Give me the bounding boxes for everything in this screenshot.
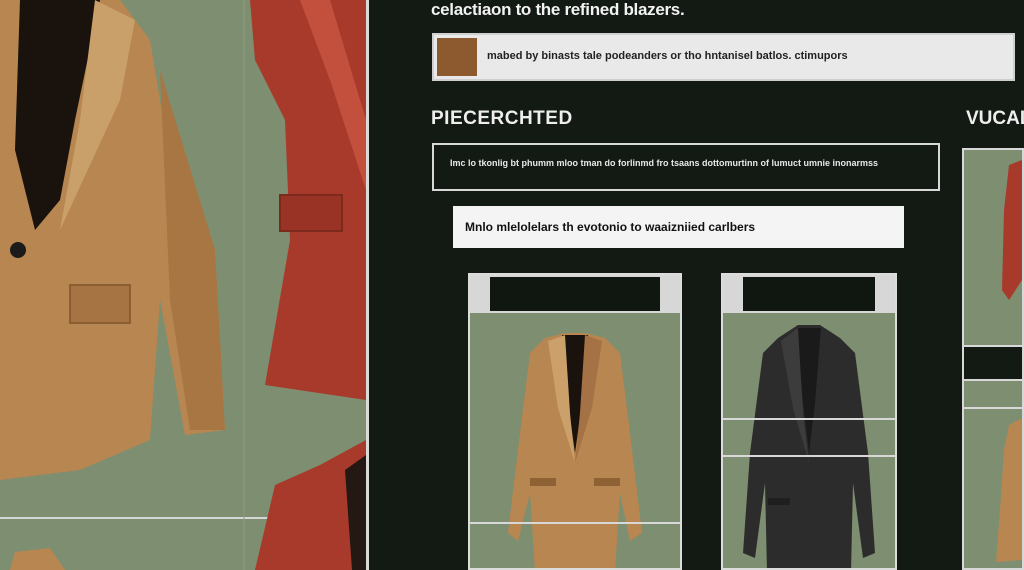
banner-text: mabed by binasts tale podeanders or tho …: [487, 50, 848, 62]
search-input[interactable]: [453, 206, 904, 248]
color-swatch: [437, 38, 477, 76]
section-heading-right: VUCAL: [966, 108, 1024, 129]
card-divider: [723, 418, 895, 420]
page-title: celactiaon to the refined blazers.: [431, 0, 685, 19]
product-card-camel[interactable]: [468, 273, 682, 570]
camel-blazer-image: [508, 333, 642, 568]
black-blazer-image: [743, 325, 875, 568]
description-box: Imc lo tkonlig bt phumm mloo tman do for…: [432, 143, 940, 191]
description-text: Imc lo tkonlig bt phumm mloo tman do for…: [450, 158, 879, 168]
section-heading: PIECERCHTED: [431, 108, 573, 129]
main-content: celactiaon to the refined blazers. mabed…: [369, 0, 1024, 570]
product-card-red[interactable]: [962, 148, 1024, 570]
red-blazer-image: [964, 160, 1022, 562]
card-header: [470, 275, 680, 313]
card-divider: [723, 455, 895, 457]
info-banner: mabed by binasts tale podeanders or tho …: [432, 33, 1015, 81]
hero-blazers-image: [0, 0, 366, 570]
card-header: [723, 275, 895, 313]
product-card-black[interactable]: [721, 273, 897, 570]
hero-image-panel: [0, 0, 366, 570]
card-divider: [470, 522, 680, 524]
